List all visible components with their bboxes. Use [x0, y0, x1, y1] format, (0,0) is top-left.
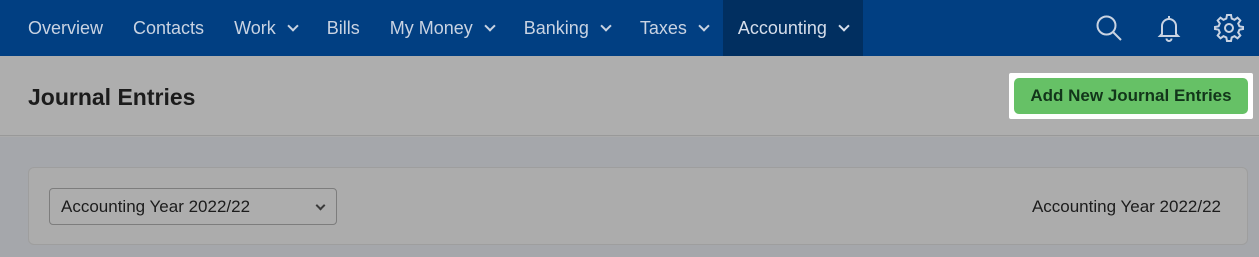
accounting-year-select-value: Accounting Year 2022/22 [61, 196, 251, 216]
chevron-down-icon [600, 19, 612, 32]
add-button-highlight: Add New Journal Entries [1009, 73, 1253, 119]
gear-icon[interactable] [1199, 0, 1259, 56]
accounting-year-label: Accounting Year 2022/22 [1031, 197, 1221, 216]
main-content: Accounting Year 2022/22 Accounting Year … [0, 137, 1259, 257]
chevron-down-icon [698, 19, 710, 32]
page-title: Journal Entries [28, 84, 196, 110]
nav-icon-group [1079, 0, 1259, 56]
bell-icon[interactable] [1139, 0, 1199, 56]
nav-item-label: Work [234, 17, 276, 38]
nav-item-banking[interactable]: Banking [509, 0, 625, 56]
filter-card: Accounting Year 2022/22 Accounting Year … [28, 167, 1248, 245]
nav-item-label: Contacts [133, 17, 205, 38]
nav-item-label: Bills [326, 17, 360, 38]
nav-item-label: Banking [523, 17, 589, 38]
add-new-journal-entries-button[interactable]: Add New Journal Entries [1014, 78, 1248, 114]
nav-item-overview[interactable]: Overview [13, 0, 118, 56]
nav-item-label: Taxes [639, 17, 687, 38]
top-navigation-bar: Overview Contacts Work Bills My Money Ba… [0, 0, 1259, 56]
nav-item-bills[interactable]: Bills [312, 0, 375, 56]
chevron-down-icon [315, 200, 326, 211]
chevron-down-icon [287, 19, 299, 32]
nav-item-taxes[interactable]: Taxes [625, 0, 723, 56]
nav-item-work[interactable]: Work [219, 0, 312, 56]
chevron-down-icon [484, 19, 496, 32]
search-icon[interactable] [1079, 0, 1139, 56]
nav-item-label: Overview [28, 17, 104, 38]
nav-item-accounting[interactable]: Accounting [722, 0, 863, 56]
chevron-down-icon [838, 19, 850, 32]
nav-menu: Overview Contacts Work Bills My Money Ba… [0, 0, 863, 56]
nav-item-label: Accounting [737, 17, 827, 38]
nav-item-label: My Money [389, 17, 473, 38]
accounting-year-select[interactable]: Accounting Year 2022/22 [49, 188, 337, 225]
nav-item-my-money[interactable]: My Money [375, 0, 509, 56]
nav-item-contacts[interactable]: Contacts [118, 0, 219, 56]
